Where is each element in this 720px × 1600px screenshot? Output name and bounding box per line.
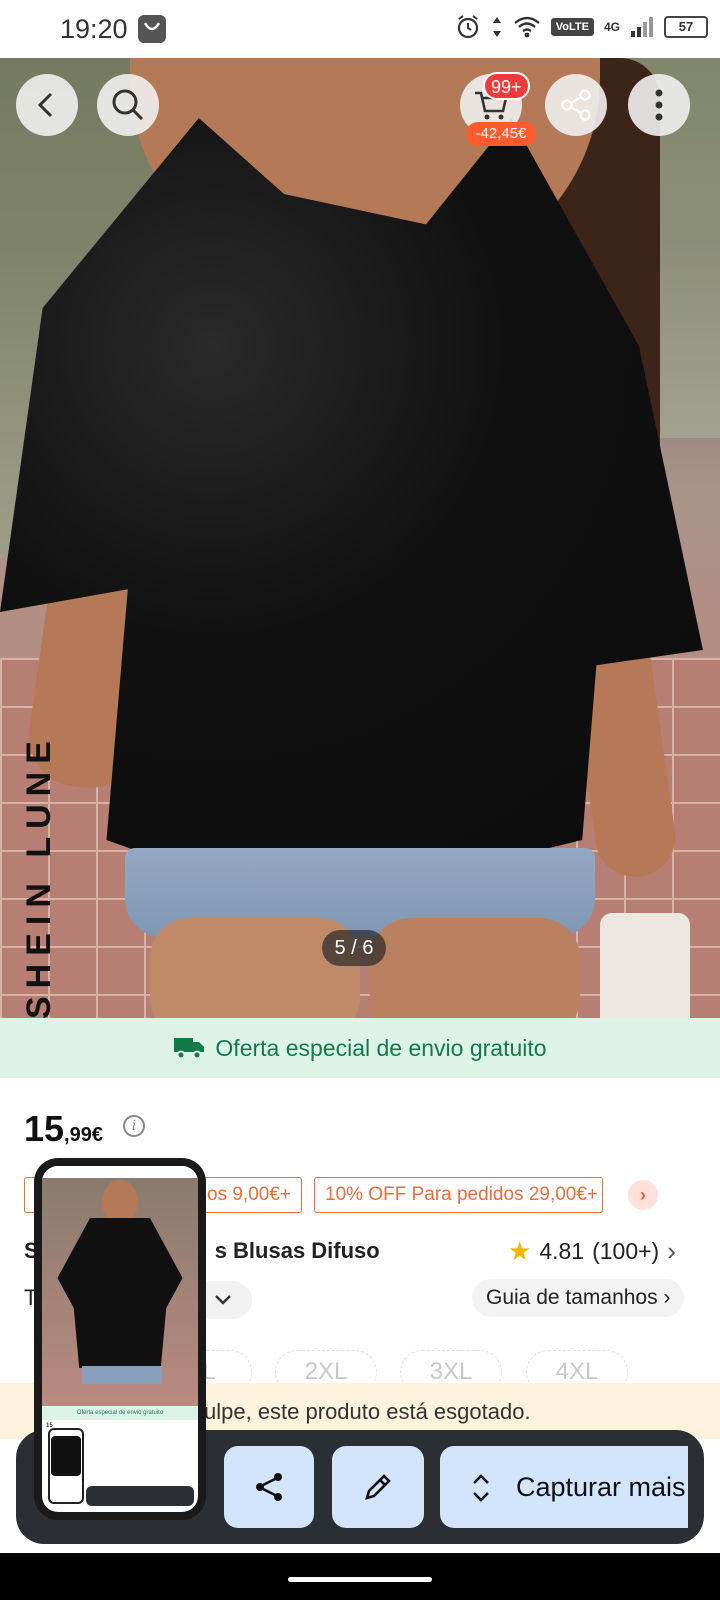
thumbnail-status-bar [42,1166,198,1178]
back-button[interactable] [16,74,78,136]
coupon-1-text: dos 9,00€+ [196,1184,291,1205]
capture-more-label: Capturar mais [516,1472,686,1502]
thumbnail-shipping-banner: Oferta especial de envio gratuito [42,1406,198,1420]
status-time: 19:20 [60,14,128,44]
price-info-icon[interactable]: i [123,1115,145,1137]
rating-count: (100+) [592,1238,660,1264]
notification-icon [138,15,166,43]
price-main: 15 [24,1108,65,1149]
volte-indicator: VoLTE [550,18,594,36]
product-image[interactable]: SHEIN LUNE [0,58,720,1018]
capture-more-button[interactable]: Capturar mais [440,1446,688,1528]
coupon-2-text: 10% OFF Para pedidos 29,00€+ [325,1184,599,1205]
status-bar: 19:20 VoLTE 4G 57 [0,0,720,58]
alarm-icon [457,15,478,39]
back-arrow-icon [37,92,53,118]
product-price: 15,99€ [24,1108,103,1150]
product-title-end: s Blusas Difuso [214,1238,380,1263]
signal-icon [631,17,653,37]
price-cents: ,99€ [64,1124,103,1146]
wifi-icon [514,16,540,38]
network-label: 4G [603,20,620,34]
model-leg-right [370,918,580,1018]
chevron-right-icon: › [663,1286,671,1309]
pencil-icon [365,1474,391,1500]
chevron-down-icon [215,1295,231,1305]
chevron-right-icon: › [667,1236,676,1266]
thumbnail-nested-preview [48,1428,84,1504]
cart-discount-badge: -42,45€ [466,122,536,146]
expand-vertical-icon [473,1474,489,1502]
size-guide-label: Guia de tamanhos [486,1286,658,1309]
battery-level: 57 [678,19,694,34]
search-button[interactable] [97,74,159,136]
truck-icon [174,1038,205,1060]
share-icon [256,1473,282,1501]
capture-edit-button[interactable] [332,1446,424,1528]
free-shipping-banner: Oferta especial de envio gratuito [0,1018,720,1078]
star-icon: ★ [508,1236,532,1266]
rating-value: 4.81 [539,1238,585,1264]
white-handbag [600,913,690,1018]
data-arrows-icon [492,17,501,37]
search-icon [112,89,144,121]
share-button[interactable] [545,74,607,136]
thumbnail-product-image [42,1178,198,1406]
home-gesture-handle[interactable] [288,1577,432,1582]
more-options-button[interactable] [628,74,690,136]
coupon-2[interactable]: 10% OFF Para pedidos 29,00€+ [314,1177,603,1213]
share-icon [561,89,591,121]
battery-icon: 57 [664,16,708,38]
more-vertical-icon [655,89,663,121]
coupons-more-icon[interactable]: › [628,1180,658,1210]
free-shipping-text: Oferta especial de envio gratuito [215,1034,547,1061]
brand-watermark: SHEIN LUNE [20,733,58,1018]
status-icons: VoLTE 4G 57 [455,14,708,40]
capture-share-button[interactable] [224,1446,314,1528]
thumbnail-toolbar [86,1486,194,1506]
image-counter: 5 / 6 [322,930,386,966]
screenshot-thumbnail[interactable]: Oferta especial de envio gratuito 15 [34,1158,206,1520]
cart-count-badge: 99+ [483,72,530,100]
rating[interactable]: ★ 4.81 (100+) › [508,1236,676,1267]
sold-out-text: ulpe, este produto está esgotado. [204,1399,531,1424]
navigation-bar [0,1553,720,1600]
size-guide-button[interactable]: Guia de tamanhos › [472,1279,685,1317]
